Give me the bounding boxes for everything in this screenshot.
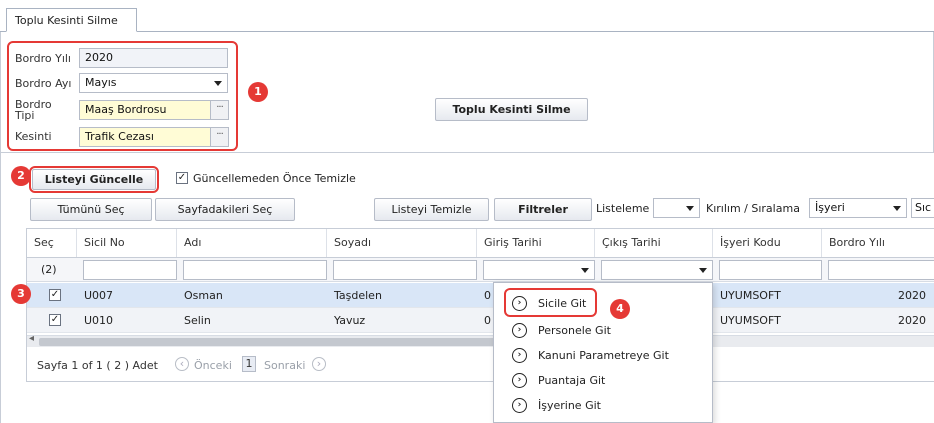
clear-before-checkbox[interactable]: ✓ [176, 172, 188, 184]
frame-left-border [0, 32, 1, 423]
sort-select[interactable]: İşyeri [809, 198, 907, 218]
scroll-left-icon[interactable]: ◂ [29, 333, 34, 344]
year-input[interactable]: 2020 [79, 48, 228, 68]
pager-summary: Sayfa 1 of 1 ( 2 ) Adet [37, 359, 158, 372]
cell-sicil-no: U010 [84, 314, 114, 327]
type-label: Bordro Tipi [15, 99, 52, 121]
arrow-circle-right-icon: › [512, 398, 527, 413]
clear-before-label: Güncellemeden Önce Temizle [193, 172, 356, 185]
scrollbar-thumb[interactable] [39, 338, 519, 346]
tab-toplu-kesinti-silme[interactable]: Toplu Kesinti Silme [6, 8, 137, 32]
row-checkbox[interactable]: ✓ [49, 289, 61, 301]
cell-bordro-yili: 2020 [898, 314, 926, 327]
filter-row: (2) [27, 258, 934, 282]
sort-value: İşyeri [815, 201, 845, 214]
filter-giris-tarihi[interactable] [483, 260, 595, 280]
menu-item-label: Personele Git [538, 324, 611, 337]
filter-soyadi[interactable] [333, 260, 477, 280]
menu-item-isyerine-git[interactable]: › İşyerine Git [494, 393, 714, 418]
prev-page-icon[interactable]: ‹ [175, 357, 189, 371]
clear-list-button[interactable]: Listeyi Temizle [374, 198, 489, 221]
cell-giris-tarihi: 0 [484, 314, 491, 327]
col-header-soyadi[interactable]: Soyadı [327, 229, 477, 257]
chevron-down-icon [686, 206, 694, 211]
select-all-button[interactable]: Tümünü Seç [30, 198, 152, 221]
bulk-delete-button[interactable]: Toplu Kesinti Silme [435, 98, 588, 121]
deduction-label: Kesinti [15, 130, 52, 143]
col-header-isyeri-kodu[interactable]: İşyeri Kodu [713, 229, 822, 257]
col-header-bordro-yili[interactable]: Bordro Yılı [822, 229, 934, 257]
chevron-down-icon [214, 81, 222, 86]
col-header-giris-tarihi[interactable]: Giriş Tarihi [477, 229, 595, 257]
current-page[interactable]: 1 [242, 356, 256, 372]
filter-isyeri-kodu[interactable] [719, 260, 822, 280]
table-row[interactable]: ✓ U007 Osman Taşdelen 0 UYUMSOFT 2020 [27, 283, 934, 308]
cell-soyadi: Taşdelen [334, 289, 382, 302]
selected-count: (2) [41, 263, 57, 276]
month-select[interactable]: Mayıs [79, 73, 228, 93]
arrow-circle-right-icon: › [512, 348, 527, 363]
menu-item-label: Puantaja Git [538, 374, 606, 387]
cell-adi: Selin [184, 314, 211, 327]
prev-page-link[interactable]: Önceki [194, 359, 232, 372]
chevron-down-icon [581, 268, 589, 273]
refresh-list-button[interactable]: Listeyi Güncelle [32, 169, 156, 190]
step-badge-4: 4 [610, 299, 630, 319]
arrow-circle-right-icon: › [512, 323, 527, 338]
next-page-icon[interactable]: › [312, 357, 326, 371]
section-divider [0, 152, 934, 153]
cell-giris-tarihi: 0 [484, 289, 491, 302]
filter-sicil-no[interactable] [83, 260, 177, 280]
deduction-input[interactable]: Trafik Cezası [79, 127, 211, 147]
chevron-down-icon [699, 268, 707, 273]
select-page-button[interactable]: Sayfadakileri Seç [155, 198, 295, 221]
month-value: Mayıs [85, 76, 117, 89]
cut-off-field[interactable]: Sıc [911, 198, 934, 218]
step-badge-2: 2 [11, 166, 31, 186]
tab-strip [0, 31, 934, 32]
listing-select[interactable] [653, 198, 700, 218]
arrow-circle-right-icon: › [512, 373, 527, 388]
cell-isyeri-kodu: UYUMSOFT [720, 289, 781, 302]
chevron-down-icon [893, 206, 901, 211]
menu-item-label: İşyerine Git [538, 399, 601, 412]
filter-cikis-tarihi[interactable] [601, 260, 713, 280]
data-grid: Seç Sicil No Adı Soyadı Giriş Tarihi Çık… [26, 228, 934, 382]
row-checkbox[interactable]: ✓ [49, 314, 61, 326]
filters-button[interactable]: Filtreler [494, 198, 592, 221]
col-header-cikis-tarihi[interactable]: Çıkış Tarihi [595, 229, 713, 257]
type-label-line2: Tipi [15, 109, 35, 122]
step-badge-1: 1 [248, 82, 268, 102]
month-label: Bordro Ayı [15, 77, 72, 90]
cell-adi: Osman [184, 289, 223, 302]
listing-label: Listeleme [596, 202, 650, 215]
filter-bordro-yili[interactable] [828, 260, 934, 280]
menu-item-label: Kanuni Parametreye Git [538, 349, 669, 362]
filter-adi[interactable] [183, 260, 327, 280]
col-header-sec[interactable]: Seç [27, 229, 77, 257]
horizontal-scrollbar[interactable]: ◂ [27, 333, 934, 347]
menu-highlight-box [504, 288, 597, 317]
next-page-link[interactable]: Sonraki [264, 359, 305, 372]
sort-label: Kırılım / Sıralama [706, 202, 800, 215]
payroll-type-input[interactable]: Maaş Bordrosu [79, 100, 211, 120]
cell-bordro-yili: 2020 [898, 289, 926, 302]
col-header-adi[interactable]: Adı [177, 229, 327, 257]
menu-item-kanuni-parametreye-git[interactable]: › Kanuni Parametreye Git [494, 343, 714, 368]
cell-sicil-no: U007 [84, 289, 114, 302]
payroll-type-lookup-button[interactable]: ··· [211, 100, 229, 120]
pager: Sayfa 1 of 1 ( 2 ) Adet ‹ Önceki 1 Sonra… [27, 347, 934, 383]
menu-item-puantaja-git[interactable]: › Puantaja Git [494, 368, 714, 393]
menu-item-personele-git[interactable]: › Personele Git [494, 318, 714, 343]
year-label: Bordro Yılı [15, 52, 71, 65]
cell-soyadi: Yavuz [334, 314, 366, 327]
table-row[interactable]: ✓ U010 Selin Yavuz 0 UYUMSOFT 2020 [27, 308, 934, 333]
cut-off-label: Sıc [915, 201, 932, 214]
step-badge-3: 3 [11, 284, 31, 304]
deduction-lookup-button[interactable]: ··· [211, 127, 229, 147]
cell-isyeri-kodu: UYUMSOFT [720, 314, 781, 327]
col-header-sicil-no[interactable]: Sicil No [77, 229, 177, 257]
